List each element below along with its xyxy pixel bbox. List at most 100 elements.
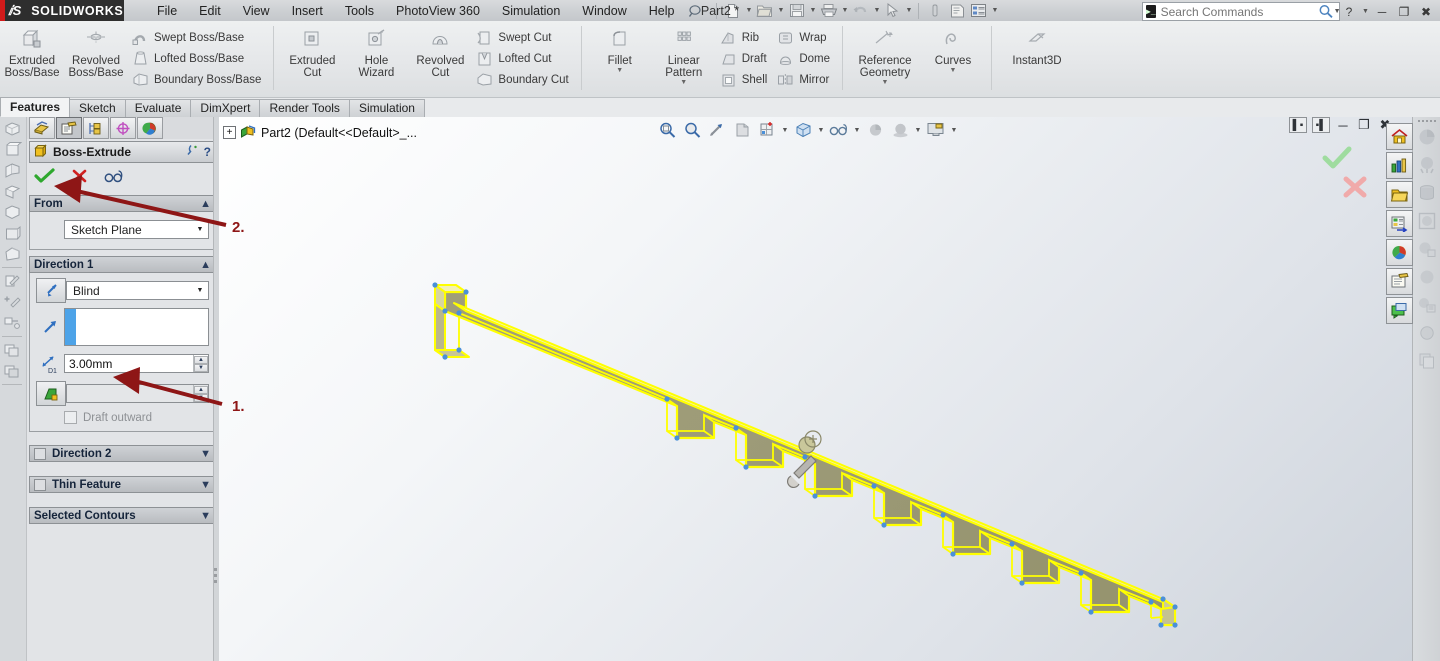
direction1-section-header[interactable]: Direction 1 ▲ — [29, 256, 216, 273]
edit-sketch-icon[interactable] — [0, 271, 24, 291]
help-icon[interactable]: ? — [204, 145, 211, 159]
reverse-direction-button[interactable] — [36, 278, 66, 303]
previous-view-icon[interactable] — [705, 119, 729, 141]
depth-spinner-down[interactable]: ▼ — [194, 363, 208, 372]
feature-manager-tab[interactable] — [29, 117, 55, 139]
split-left-icon[interactable]: ▌▪ — [1289, 117, 1307, 133]
expand-tree-icon[interactable]: + — [223, 126, 236, 139]
menu-window[interactable]: Window — [571, 2, 637, 20]
menu-view[interactable]: View — [232, 2, 281, 20]
revolved-cut-button[interactable]: Revolved Cut — [408, 24, 472, 79]
document-restore-icon[interactable]: ❐ — [1356, 117, 1372, 132]
open-document-icon[interactable] — [754, 1, 775, 20]
display-style-icon[interactable] — [791, 119, 815, 141]
confirm-ok-icon[interactable] — [1322, 146, 1352, 173]
measure-icon[interactable] — [924, 1, 945, 20]
tab-simulation[interactable]: Simulation — [348, 99, 425, 117]
apply-scene-icon[interactable] — [888, 119, 912, 141]
chevron-down-icon[interactable]: ▼ — [200, 448, 211, 460]
dome-button[interactable]: Dome — [773, 48, 836, 69]
save-icon[interactable] — [786, 1, 807, 20]
draft-angle-input[interactable]: ▲ ▼ — [66, 384, 209, 403]
drum-icon[interactable] — [1414, 180, 1439, 206]
tab-render-tools[interactable]: Render Tools — [259, 99, 350, 117]
print-icon[interactable] — [818, 1, 839, 20]
direction2-section-header[interactable]: Direction 2 ▼ — [29, 445, 216, 462]
mirror-button[interactable]: Mirror — [773, 69, 836, 90]
section-view-icon[interactable] — [730, 119, 754, 141]
draft-angle-spinner-up[interactable]: ▲ — [194, 385, 208, 394]
tab-sketch[interactable]: Sketch — [69, 99, 126, 117]
insert-component-icon[interactable] — [0, 313, 24, 333]
chevron-down-icon[interactable]: ▼ — [200, 479, 211, 491]
top-view-icon[interactable] — [0, 181, 24, 201]
appearances-scenes-icon[interactable] — [1386, 268, 1413, 295]
shell-button[interactable]: Shell — [716, 69, 774, 90]
render-icon[interactable] — [1414, 152, 1439, 178]
lofted-cut-button[interactable]: Lofted Cut — [472, 48, 574, 69]
hidden-lines-icon[interactable] — [0, 340, 24, 360]
reference-geometry-button[interactable]: Reference Geometry — [849, 24, 921, 79]
chevron-down-icon[interactable]: ▼ — [192, 282, 208, 299]
pin-icon[interactable] — [186, 144, 199, 160]
swept-boss-base-button[interactable]: Swept Boss/Base — [128, 27, 267, 48]
end-condition-select[interactable]: Blind ▼ — [66, 281, 209, 300]
restore-icon[interactable]: ❐ — [1394, 3, 1414, 20]
display-style-caret[interactable]: ▼ — [816, 119, 826, 141]
view-settings-caret[interactable]: ▼ — [949, 119, 959, 141]
curves-button[interactable]: Curves — [921, 24, 985, 67]
cancel-x-icon[interactable] — [68, 166, 90, 186]
search-input[interactable] — [1158, 3, 1318, 20]
view-palette-icon[interactable] — [1386, 239, 1413, 266]
configuration-manager-tab[interactable] — [83, 117, 109, 139]
instant3d-button[interactable]: Instant3D — [998, 24, 1076, 67]
search-magnifier-icon[interactable] — [1318, 2, 1334, 21]
zoom-to-area-icon[interactable] — [680, 119, 704, 141]
help-question-icon[interactable]: ? — [1339, 3, 1359, 20]
undo-caret[interactable]: ▼ — [872, 1, 881, 20]
draft-angle-spinner-down[interactable]: ▼ — [194, 393, 208, 402]
right-view-icon[interactable] — [0, 160, 24, 180]
pin-menu-icon[interactable] — [685, 1, 706, 20]
from-section-header[interactable]: From ▲ — [29, 195, 216, 212]
document-properties-icon[interactable] — [946, 1, 967, 20]
boundary-boss-base-button[interactable]: Boundary Boss/Base — [128, 69, 267, 90]
save-caret[interactable]: ▼ — [808, 1, 817, 20]
back-view-icon[interactable] — [0, 223, 24, 243]
depth-spinner-up[interactable]: ▲ — [194, 355, 208, 364]
menu-tools[interactable]: Tools — [334, 2, 385, 20]
draft-angle-spinner[interactable]: ▲ ▼ — [193, 385, 208, 402]
model-3d-view[interactable] — [219, 117, 1440, 661]
select-arrow-icon[interactable] — [882, 1, 903, 20]
apply-scene-caret[interactable]: ▼ — [913, 119, 923, 141]
fillet-button[interactable]: Fillet — [588, 24, 652, 67]
preview-glasses-icon[interactable] — [103, 166, 125, 186]
open-document-caret[interactable]: ▼ — [776, 1, 785, 20]
new-document-icon[interactable] — [722, 1, 743, 20]
extrude-drag-handle[interactable] — [798, 430, 822, 454]
new-document-caret[interactable]: ▼ — [744, 1, 753, 20]
revolved-boss-base-button[interactable]: Revolved Boss/Base — [64, 24, 128, 79]
from-condition-select[interactable]: Sketch Plane ▼ — [64, 220, 209, 239]
view-settings-icon[interactable] — [924, 119, 948, 141]
isometric-view-icon[interactable] — [0, 118, 24, 138]
curves-caret[interactable]: ▼ — [921, 67, 985, 75]
property-manager-tab[interactable] — [56, 117, 82, 139]
menu-file[interactable]: File — [146, 2, 188, 20]
design-library-icon[interactable] — [1386, 181, 1413, 208]
lofted-boss-base-button[interactable]: Lofted Boss/Base — [128, 48, 267, 69]
new-sketch-icon[interactable] — [0, 292, 24, 312]
solidworks-resources-icon[interactable] — [1386, 152, 1413, 179]
swept-cut-button[interactable]: Swept Cut — [472, 27, 574, 48]
thin-feature-section-header[interactable]: Thin Feature ▼ — [29, 476, 216, 493]
hide-show-items-icon[interactable] — [827, 119, 851, 141]
search-commands-box[interactable]: ▶_ ▼ — [1142, 2, 1341, 21]
direction-vector-selection-box[interactable] — [64, 308, 209, 346]
bottom-view-icon[interactable] — [0, 202, 24, 222]
document-minimize-icon[interactable]: ─ — [1335, 118, 1351, 133]
circle-icon[interactable] — [1414, 320, 1439, 346]
menu-insert[interactable]: Insert — [281, 2, 334, 20]
extruded-boss-base-button[interactable]: Extruded Boss/Base — [0, 24, 64, 79]
sphere-copy-icon[interactable] — [1414, 236, 1439, 262]
select-caret[interactable]: ▼ — [904, 1, 913, 20]
